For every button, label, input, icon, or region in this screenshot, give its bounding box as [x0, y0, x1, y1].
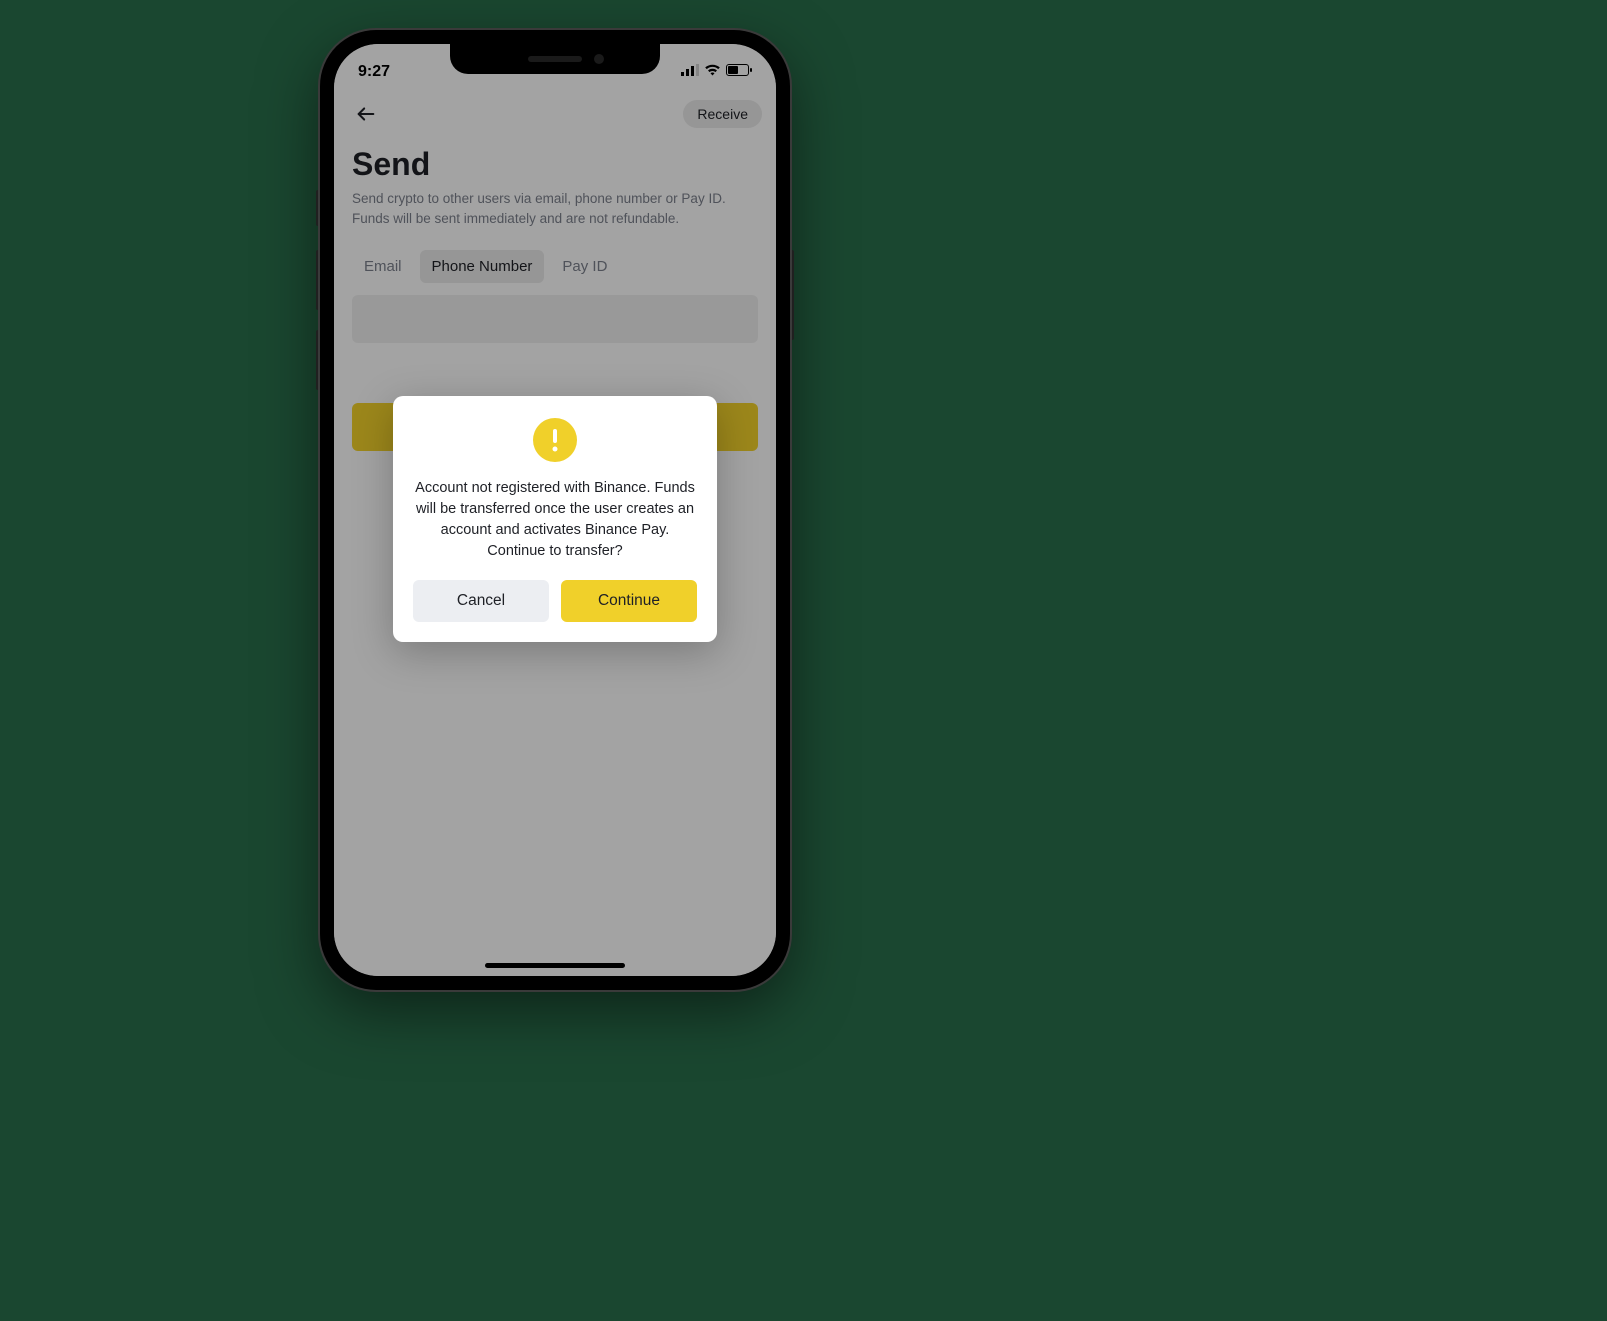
confirmation-modal: Account not registered with Binance. Fun…	[393, 396, 717, 642]
phone-screen: 9:27 Rec	[334, 44, 776, 976]
phone-frame: 9:27 Rec	[320, 30, 790, 990]
phone-power-button	[790, 250, 794, 340]
modal-message: Account not registered with Binance. Fun…	[413, 478, 697, 562]
warning-icon	[533, 418, 577, 462]
cancel-button[interactable]: Cancel	[413, 580, 549, 622]
home-indicator[interactable]	[485, 963, 625, 968]
continue-button[interactable]: Continue	[561, 580, 697, 622]
modal-button-row: Cancel Continue	[413, 580, 697, 622]
phone-device-mockup: 9:27 Rec	[320, 30, 790, 990]
phone-notch	[450, 44, 660, 74]
